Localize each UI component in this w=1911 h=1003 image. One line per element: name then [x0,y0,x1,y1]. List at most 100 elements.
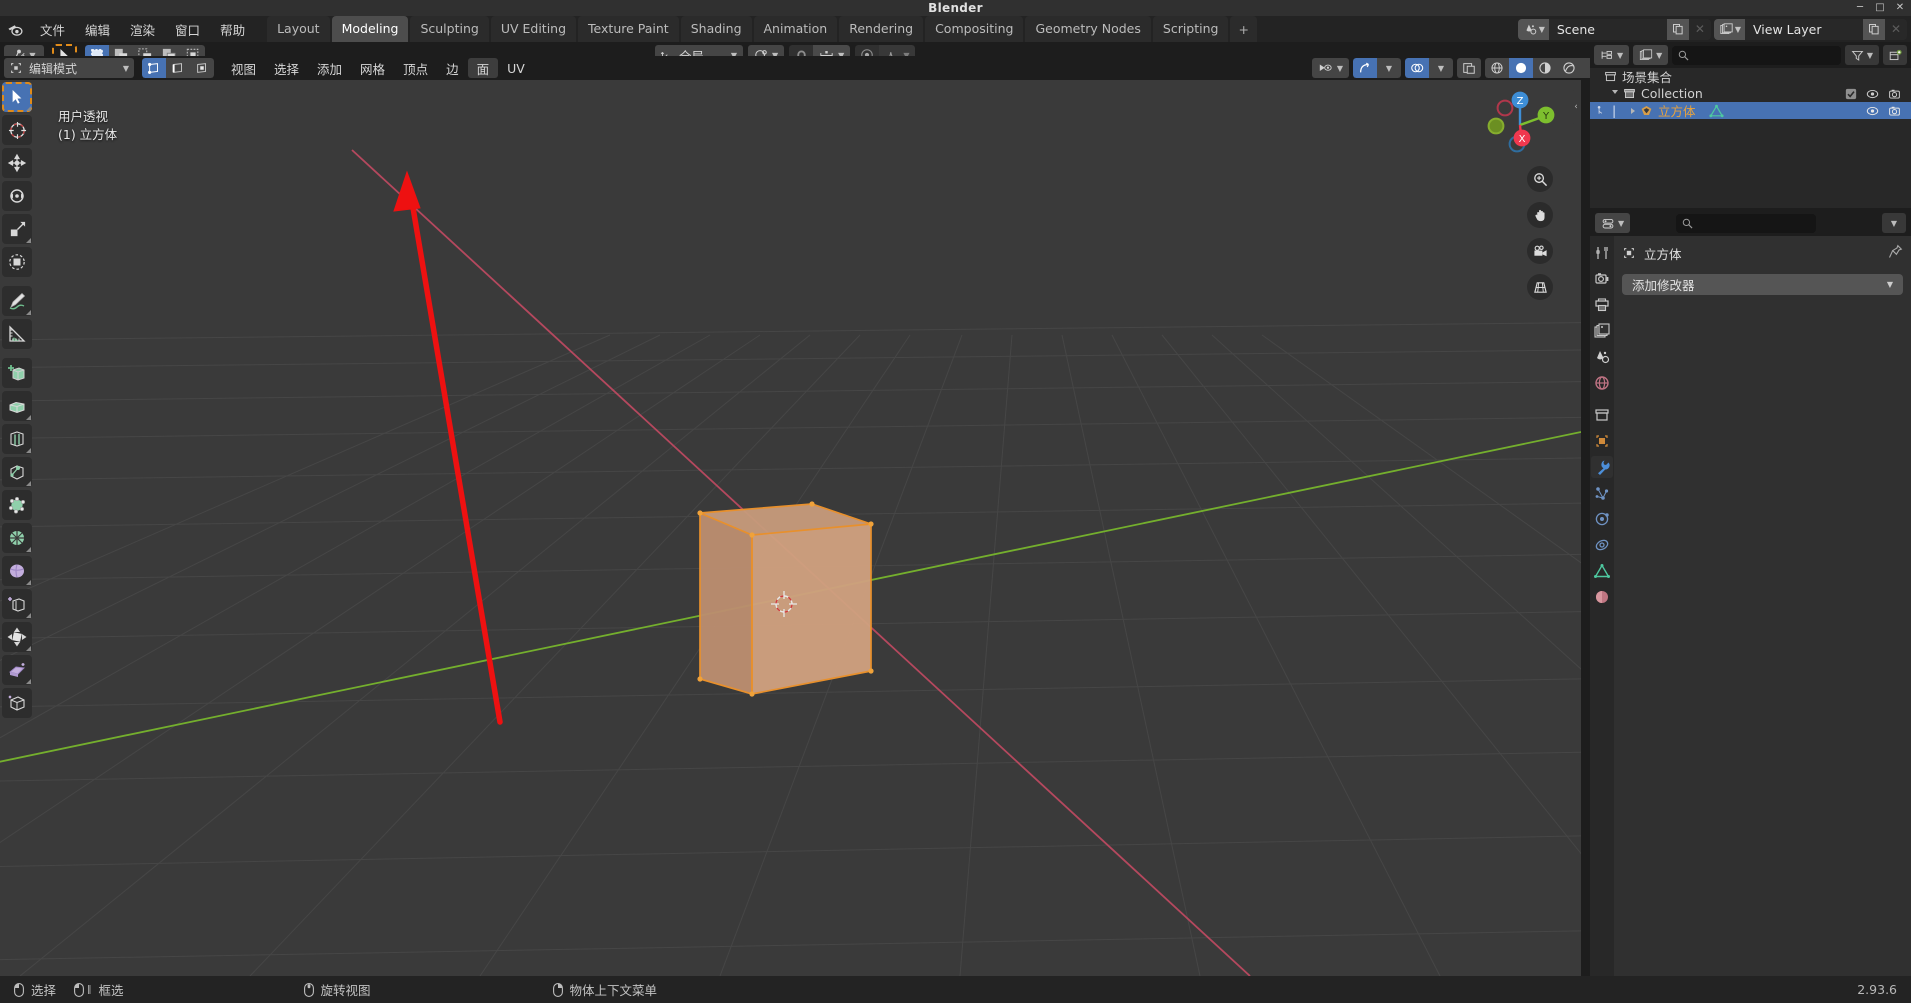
modifier-tab[interactable] [1591,456,1613,478]
scene-icon[interactable]: ▼ [1517,18,1549,40]
unlink-scene-button[interactable]: ✕ [1688,18,1711,40]
extrude-region-tool[interactable] [2,391,32,421]
unlink-view-layer-button[interactable]: ✕ [1885,18,1907,40]
particles-tab[interactable] [1591,482,1613,504]
scene-name[interactable]: Scene [1549,19,1667,40]
menu-select[interactable]: 选择 [265,58,308,78]
blender-logo-icon[interactable] [0,16,30,42]
outliner-row-cube[interactable]: | 立方体 [1590,102,1911,119]
add-cube-tool[interactable] [2,358,32,388]
scale-tool[interactable] [2,214,32,244]
material-shading-icon[interactable] [1533,58,1557,78]
face-select-icon[interactable] [190,58,214,78]
scene-tab[interactable] [1591,346,1613,368]
edge-slide-tool[interactable] [2,655,32,685]
checkbox-icon[interactable] [1845,88,1857,100]
menu-render[interactable]: 渲染 [120,16,165,42]
properties-editor-type-dropdown[interactable]: ▼ [1595,213,1631,233]
mesh-data-icon[interactable] [1708,104,1724,118]
eye-icon[interactable] [1866,105,1879,117]
menu-file[interactable]: 文件 [30,16,75,42]
gizmo-dropdown[interactable]: ▼ [1377,58,1401,78]
view-layer-selector[interactable]: ▼ View Layer ✕ [1713,18,1907,40]
menu-vertex[interactable]: 顶点 [394,58,437,78]
new-view-layer-button[interactable] [1863,18,1885,40]
collection-expand-triangle[interactable] [1612,90,1618,97]
menu-face[interactable]: 面 [467,58,499,78]
edge-select-icon[interactable] [166,58,190,78]
tool-tab[interactable] [1591,242,1613,264]
pin-icon[interactable] [1888,244,1903,262]
shrink-fatten-tool[interactable] [2,688,32,718]
pan-hand-icon[interactable] [1527,202,1553,228]
solid-shading-icon[interactable] [1509,58,1533,78]
vertex-select-icon[interactable] [142,58,166,78]
new-collection-button[interactable] [1883,45,1907,65]
world-tab[interactable] [1591,372,1613,394]
wireframe-shading-icon[interactable] [1485,58,1509,78]
menu-add[interactable]: 添加 [308,58,351,78]
object-visibility-dropdown[interactable]: ▼ [1311,58,1349,78]
outliner-drag-handle[interactable] [1596,104,1607,117]
scene-selector[interactable]: ▼ Scene ✕ [1517,18,1711,40]
menu-mesh[interactable]: 网格 [351,58,394,78]
tab-scripting[interactable]: Scripting [1152,16,1229,42]
navigation-gizmo[interactable]: Z Y X [1481,86,1559,164]
collection-tab[interactable] [1591,404,1613,426]
maximize-button[interactable]: □ [1873,1,1887,14]
close-button[interactable]: ✕ [1893,1,1907,14]
outliner-filter-button[interactable]: ▼ [1844,45,1879,65]
eye-icon[interactable] [1866,88,1879,100]
transform-tool[interactable] [2,247,32,277]
3d-viewport[interactable]: 用户透视 (1) 立方体 Z Y X ‹ [0,80,1581,976]
render-tab[interactable] [1591,268,1613,290]
xray-icon[interactable] [1457,58,1481,78]
tab-texture-paint[interactable]: Texture Paint [578,16,679,42]
cursor-tool[interactable] [2,115,32,145]
tab-uv-editing[interactable]: UV Editing [490,16,577,42]
smooth-tool[interactable] [2,622,32,652]
minimize-button[interactable]: ─ [1853,1,1867,14]
view-layer-name[interactable]: View Layer [1745,19,1863,40]
tweak-select-tool[interactable] [2,82,32,112]
interaction-mode-dropdown[interactable]: 编辑模式 ▼ [4,58,134,78]
tab-rendering[interactable]: Rendering [839,16,924,42]
menu-edit[interactable]: 编辑 [75,16,120,42]
outliner-row-scene-collection[interactable]: 场景集合 [1590,68,1911,85]
menu-edge[interactable]: 边 [437,58,468,78]
tab-modeling[interactable]: Modeling [331,16,409,42]
rendered-shading-icon[interactable] [1557,58,1581,78]
menu-uv[interactable]: UV [498,58,534,78]
tab-layout[interactable]: Layout [267,16,330,42]
camera-render-icon[interactable] [1888,88,1901,100]
tab-sculpting[interactable]: Sculpting [410,16,489,42]
inset-faces-tool[interactable] [2,424,32,454]
move-tool[interactable] [2,148,32,178]
annotate-tool[interactable] [2,286,32,316]
properties-expand-button[interactable]: ▼ [1882,213,1906,233]
menu-window[interactable]: 窗口 [165,16,210,42]
menu-help[interactable]: 帮助 [210,16,255,42]
overlays-dropdown[interactable]: ▼ [1429,58,1453,78]
spin-tool[interactable] [2,589,32,619]
data-tab[interactable] [1591,560,1613,582]
loop-cut-tool[interactable] [2,490,32,520]
outliner-row-collection[interactable]: Collection [1590,85,1911,102]
add-modifier-button[interactable]: 添加修改器 ▼ [1622,274,1903,295]
overlays-icon[interactable] [1405,58,1429,78]
cube-expand-triangle[interactable] [1631,107,1635,114]
toggle-perspective-icon[interactable] [1527,274,1553,300]
menu-view[interactable]: 视图 [222,58,265,78]
outliner-display-mode-dropdown[interactable]: ▼ [1594,45,1630,65]
outliner-search-input[interactable] [1672,45,1841,65]
measure-tool[interactable] [2,319,32,349]
constraints-tab[interactable] [1591,534,1613,556]
zoom-icon[interactable] [1527,166,1553,192]
properties-search-input[interactable] [1676,213,1817,233]
sidebar-collapse-arrow[interactable]: ‹ [1571,90,1581,124]
view-layer-icon[interactable]: ▼ [1713,18,1745,40]
object-tab[interactable] [1591,430,1613,452]
tab-animation[interactable]: Animation [753,16,838,42]
outliner-filter-id-dropdown[interactable]: ▼ [1633,45,1669,65]
tab-shading[interactable]: Shading [680,16,752,42]
